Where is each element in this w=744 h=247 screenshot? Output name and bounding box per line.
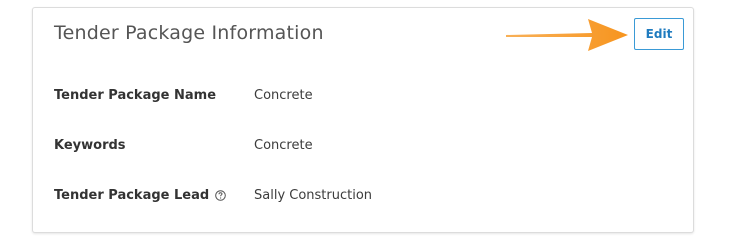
- edit-button[interactable]: Edit: [634, 18, 684, 50]
- help-circle-icon[interactable]: [215, 190, 226, 201]
- field-row-tender-package-lead: Tender Package Lead Sally Construction: [54, 188, 674, 208]
- card-title: Tender Package Information: [54, 22, 324, 44]
- field-label: Tender Package Lead: [54, 188, 210, 203]
- field-value: Concrete: [254, 138, 313, 153]
- field-label-with-help: Tender Package Lead: [54, 188, 226, 203]
- field-row-tender-package-name: Tender Package Name Concrete: [54, 88, 674, 108]
- field-label: Keywords: [54, 138, 126, 153]
- annotation-arrow-icon: [506, 19, 628, 51]
- field-value: Sally Construction: [254, 188, 373, 203]
- field-label: Tender Package Name: [54, 88, 217, 103]
- field-value: Concrete: [254, 88, 313, 103]
- field-row-keywords: Keywords Concrete: [54, 138, 674, 158]
